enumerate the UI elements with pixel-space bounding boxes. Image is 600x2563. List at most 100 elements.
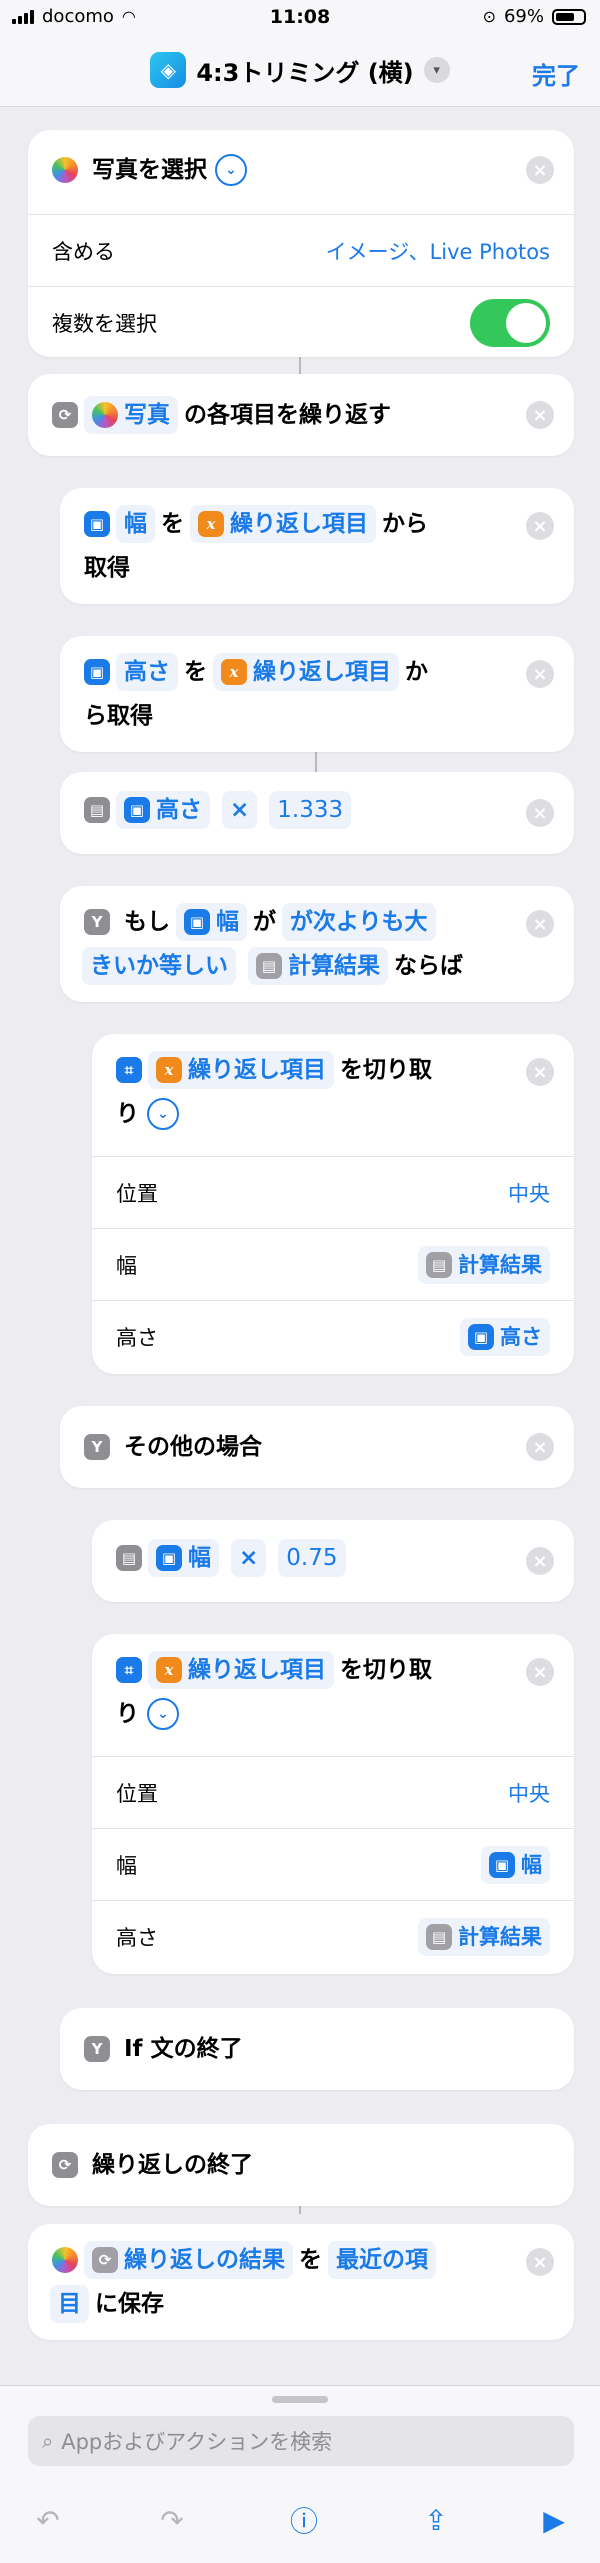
redo-icon[interactable]: ↷ — [152, 2500, 192, 2540]
position-value[interactable]: 中央 — [508, 1778, 550, 1808]
variable-label: 高さ — [500, 1324, 542, 1349]
condition-token[interactable]: きいか等しい — [82, 947, 236, 985]
operator[interactable]: × — [222, 791, 258, 829]
remove-action-button[interactable]: × — [526, 1658, 554, 1686]
end-repeat-text: 繰り返しの終了 — [92, 2152, 253, 2178]
remove-action-button[interactable]: × — [526, 910, 554, 938]
album-token[interactable]: 目 — [50, 2285, 89, 2323]
remove-action-button[interactable]: × — [526, 1433, 554, 1461]
repeat-item-variable[interactable]: x 繰り返し項目 — [148, 1051, 334, 1089]
if-text: もし — [124, 909, 170, 935]
search-field[interactable]: ⌕ Appおよびアクションを検索 — [28, 2416, 574, 2466]
width-variable[interactable]: ▣ 幅 — [148, 1539, 219, 1577]
particle: を — [299, 2247, 322, 2273]
done-button[interactable]: 完了 — [532, 56, 580, 91]
undo-icon[interactable]: ↶ — [28, 2500, 68, 2540]
expand-chevron-icon[interactable]: ⌄ — [215, 154, 247, 186]
calculator-icon: ▤ — [116, 1545, 142, 1571]
photos-app-icon — [52, 2247, 78, 2273]
calculator-icon: ▤ — [256, 953, 282, 979]
position-label: 位置 — [116, 1181, 158, 1206]
repeat-item-variable[interactable]: x 繰り返し項目 — [190, 505, 376, 543]
repeat-icon: ⟳ — [92, 2247, 118, 2273]
variable-label: 幅 — [188, 1545, 211, 1571]
battery-icon — [552, 8, 586, 25]
repeat-each-action[interactable]: ⟳ 写真 の各項目を繰り返す × — [28, 374, 574, 456]
width-label: 幅 — [116, 1253, 137, 1278]
select-multiple-toggle[interactable] — [470, 298, 550, 347]
remove-action-button[interactable]: × — [526, 156, 554, 184]
details-icon: ▣ — [84, 511, 110, 537]
end-if-text: If 文の終了 — [124, 2036, 243, 2062]
action-title: 写真を選択 — [92, 157, 207, 183]
battery-percent: 69% — [503, 6, 544, 27]
shortcut-title[interactable]: 4:3トリミング (横) — [196, 53, 413, 88]
play-icon[interactable]: ▶ — [534, 2500, 574, 2540]
remove-action-button[interactable]: × — [526, 401, 554, 429]
expand-chevron-icon[interactable]: ⌄ — [147, 1098, 179, 1130]
get-width-action[interactable]: ▣ 幅 を x 繰り返し項目 から 取得 × — [60, 488, 574, 604]
calculate-action[interactable]: ▤ ▣ 幅 × 0.75 × — [92, 1520, 574, 1602]
operand-number[interactable]: 0.75 — [278, 1539, 346, 1577]
action-text: を切り取 — [340, 1657, 432, 1683]
condition-token[interactable]: が次よりも大 — [282, 903, 436, 941]
operator[interactable]: × — [231, 1539, 267, 1577]
variable-label: 繰り返し項目 — [188, 1057, 326, 1083]
if-branch-icon: Y — [84, 2036, 110, 2062]
height-label: 高さ — [116, 1325, 158, 1350]
chevron-down-icon[interactable]: ▾ — [423, 57, 450, 83]
action-text: り — [116, 1101, 139, 1127]
position-label: 位置 — [116, 1781, 158, 1806]
share-icon[interactable]: ⇪ — [416, 2500, 456, 2540]
photos-app-icon — [52, 157, 78, 183]
calculate-action[interactable]: ▤ ▣ 高さ × 1.333 × — [60, 772, 574, 854]
height-property[interactable]: 高さ — [116, 653, 178, 691]
end-repeat-action[interactable]: ⟳ 繰り返しの終了 — [28, 2124, 574, 2206]
crop-image-action[interactable]: ⌗ x 繰り返し項目 を切り取 り ⌄ × 位置 中央 幅 ▣ 幅 高さ ▤ 計算結果 — [92, 1634, 574, 1974]
save-to-album-action[interactable]: ⟳ 繰り返しの結果 を 最近の項 目 に保存 × — [28, 2224, 574, 2340]
repeat-item-variable[interactable]: x 繰り返し項目 — [213, 653, 399, 691]
remove-action-button[interactable]: × — [526, 799, 554, 827]
info-icon[interactable]: ⓘ — [284, 2500, 324, 2540]
variable-label: 写真 — [124, 402, 170, 428]
calc-result-variable[interactable]: ▤ 計算結果 — [418, 1917, 550, 1956]
otherwise-action[interactable]: Y その他の場合 × — [60, 1406, 574, 1488]
repeat-results-variable[interactable]: ⟳ 繰り返しの結果 — [84, 2241, 293, 2279]
search-placeholder: Appおよびアクションを検索 — [61, 2430, 333, 2454]
connector-line — [299, 355, 301, 375]
album-token[interactable]: 最近の項 — [328, 2241, 436, 2279]
height-variable[interactable]: ▣ 高さ — [460, 1317, 550, 1356]
repeat-icon: ⟳ — [52, 2152, 78, 2178]
shortcut-icon[interactable]: ◈ — [150, 52, 187, 88]
photos-variable[interactable]: 写真 — [84, 396, 178, 434]
end-if-action[interactable]: Y If 文の終了 — [60, 2008, 574, 2090]
width-variable[interactable]: ▣ 幅 — [481, 1845, 550, 1884]
remove-action-button[interactable]: × — [526, 1058, 554, 1086]
repeat-item-variable[interactable]: x 繰り返し項目 — [148, 1651, 334, 1689]
height-label: 高さ — [116, 1925, 158, 1950]
get-height-action[interactable]: ▣ 高さ を x 繰り返し項目 か ら取得 × — [60, 636, 574, 752]
details-icon: ▣ — [489, 1851, 515, 1878]
sheet-grabber[interactable] — [272, 2396, 328, 2403]
position-value[interactable]: 中央 — [508, 1178, 550, 1208]
editor-toolbar: ↶ ↷ ⓘ ⇪ ▶ — [0, 2492, 600, 2552]
remove-action-button[interactable]: × — [526, 2248, 554, 2276]
remove-action-button[interactable]: × — [526, 660, 554, 688]
if-branch-icon: Y — [84, 1434, 110, 1460]
include-value[interactable]: イメージ、Live Photos — [326, 236, 550, 266]
crop-image-action[interactable]: ⌗ x 繰り返し項目 を切り取 り ⌄ × 位置 中央 幅 ▤ 計算結果 高さ ▣ 高… — [92, 1034, 574, 1374]
remove-action-button[interactable]: × — [526, 1547, 554, 1575]
height-variable[interactable]: ▣ 高さ — [116, 791, 210, 829]
width-property[interactable]: 幅 — [116, 505, 155, 543]
variable-x-icon: x — [221, 659, 247, 685]
otherwise-text: その他の場合 — [124, 1434, 262, 1460]
if-action[interactable]: Y もし ▣ 幅 が が次よりも大 きいか等しい ▤ 計算結果 ならば × — [60, 886, 574, 1002]
select-photos-action[interactable]: 写真を選択 ⌄ × 含める イメージ、Live Photos 複数を選択 — [28, 130, 574, 357]
calc-result-variable[interactable]: ▤ 計算結果 — [248, 947, 388, 985]
calc-result-variable[interactable]: ▤ 計算結果 — [418, 1245, 550, 1284]
remove-action-button[interactable]: × — [526, 512, 554, 540]
expand-chevron-icon[interactable]: ⌄ — [147, 1698, 179, 1730]
operand-number[interactable]: 1.333 — [269, 791, 352, 829]
width-variable[interactable]: ▣ 幅 — [176, 903, 247, 941]
particle: 取得 — [84, 555, 130, 581]
